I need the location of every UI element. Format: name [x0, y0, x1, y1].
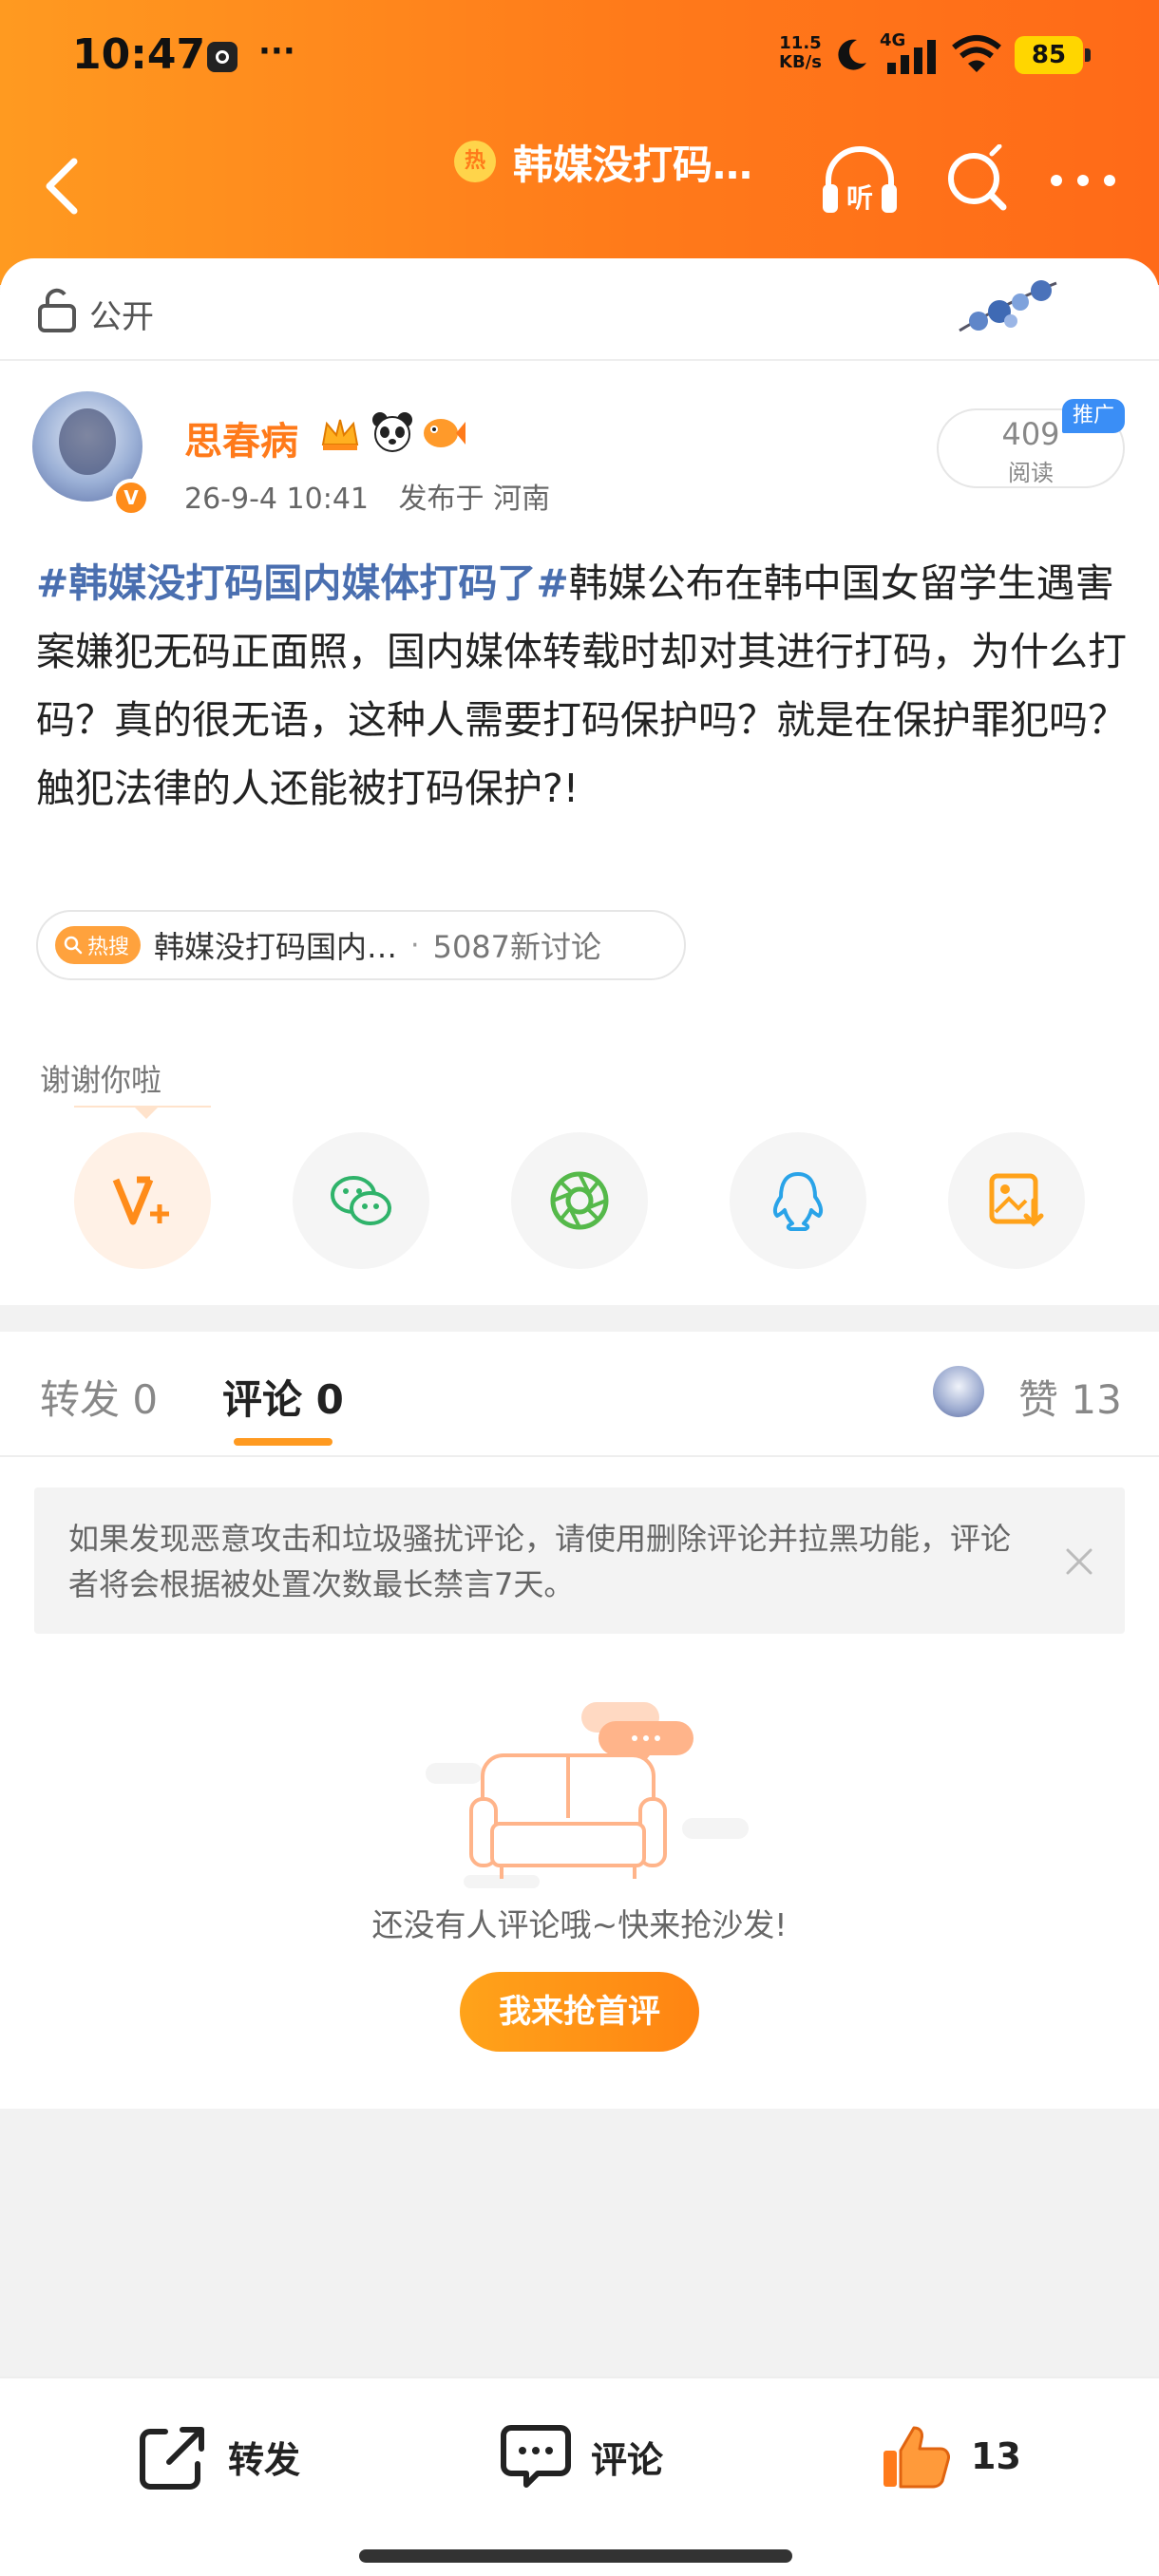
hot-search-pill[interactable]: 热搜 韩媒没打码国内… · 5087新讨论 [36, 910, 686, 980]
like-button[interactable]: 13 [880, 2422, 1021, 2491]
post-meta: 26-9-4 10:41 发布于 河南 [184, 475, 550, 517]
v-plus-button[interactable] [74, 1132, 211, 1269]
promo-tag[interactable]: 推广 [1062, 399, 1125, 433]
like-count: 13 [971, 2435, 1021, 2477]
hot-search-separator: · [410, 928, 420, 962]
post-card: 公开 V 思春病 26-9-4 10:41 发布于 河南 409 阅读 推广 #… [0, 258, 1159, 1305]
username[interactable]: 思春病 [184, 410, 298, 465]
post-location: 发布于 河南 [398, 483, 551, 516]
unlock-icon [38, 288, 76, 332]
comment-label: 评论 [591, 2438, 664, 2481]
tab-comment[interactable]: 评论 0 [222, 1368, 344, 1426]
save-image-button[interactable] [948, 1132, 1085, 1269]
thanks-pointer [133, 1106, 160, 1119]
comments-section: 如果发现恶意攻击和垃圾骚扰评论，请使用删除评论并拉黑功能，评论者将会根据被处置次… [0, 1457, 1159, 2109]
hot-icon: 热 [454, 141, 496, 182]
repost-label: 转发 [228, 2438, 301, 2481]
active-tab-indicator [234, 1438, 332, 1446]
panda-badge-icon [372, 412, 412, 452]
qq-share-button[interactable] [730, 1132, 866, 1269]
liker-avatar[interactable] [933, 1366, 984, 1417]
listen-label: 听 [846, 182, 873, 214]
repost-button[interactable]: 转发 [137, 2422, 300, 2491]
back-arrow-icon[interactable] [38, 156, 91, 217]
flower-decoration-icon [959, 280, 1057, 332]
moments-icon [550, 1171, 609, 1230]
v-plus-icon [112, 1176, 169, 1225]
status-time: 10:47 [72, 30, 206, 79]
header: 10:47 ··· 11.5 KB/s 4G 85 热 韩媒没打码… 听 [0, 0, 1159, 285]
signal-icon [887, 40, 936, 74]
status-bar: 10:47 ··· 11.5 KB/s 4G 85 [0, 0, 1159, 114]
first-comment-button[interactable]: 我来抢首评 [460, 1972, 699, 2052]
thanks-label: 谢谢你啦 [40, 1062, 162, 1098]
visibility-label: 公开 [89, 298, 154, 336]
hot-search-tag: 热搜 [55, 926, 142, 964]
save-image-icon [989, 1173, 1044, 1227]
post-body: #韩媒没打码国内媒体打码了#韩媒公布在韩中国女留学生遇害案嫌犯无码正面照，国内媒… [36, 549, 1129, 823]
moments-share-button[interactable] [511, 1132, 648, 1269]
wechat-share-button[interactable] [293, 1132, 429, 1269]
network-speed-unit: KB/s [779, 52, 822, 72]
bottom-action-bar: 转发 评论 13 [0, 2377, 1159, 2576]
empty-comments-text: 还没有人评论哦~快来抢沙发! [371, 1906, 788, 1943]
post-timestamp: 26-9-4 10:41 [184, 483, 369, 516]
nav-title: 热 韩媒没打码… [454, 131, 752, 192]
qq-icon [772, 1172, 824, 1231]
close-icon[interactable] [1060, 1543, 1098, 1581]
search-small-icon [64, 936, 83, 955]
tab-repost[interactable]: 转发 0 [40, 1368, 158, 1426]
empty-sofa-icon [426, 1702, 749, 1888]
battery-indicator: 85 [1015, 36, 1091, 74]
interaction-tabs: 转发 0 评论 0 赞 13 [0, 1332, 1159, 1457]
comment-notice-text: 如果发现恶意攻击和垃圾骚扰评论，请使用删除评论并拉黑功能，评论者将会根据被处置次… [68, 1521, 1012, 1602]
screen-record-icon [207, 42, 238, 72]
post-topic-link[interactable]: #韩媒没打码国内媒体打码了# [36, 560, 569, 606]
tab-like[interactable]: 赞 13 [1018, 1368, 1122, 1426]
crown-badge-icon [321, 419, 359, 450]
more-icon[interactable] [1045, 169, 1121, 192]
wechat-icon [331, 1176, 391, 1225]
visibility-bar: 公开 [0, 258, 1159, 361]
hot-search-count: 5087新讨论 [432, 929, 602, 965]
hot-search-topic: 韩媒没打码国内… [154, 929, 398, 965]
hot-search-tag-label: 热搜 [87, 936, 130, 959]
comment-bubble-icon [501, 2425, 571, 2488]
page-title: 韩媒没打码… [513, 141, 753, 188]
read-label: 阅读 [1008, 460, 1054, 486]
thumbs-up-icon [884, 2426, 950, 2489]
comment-button[interactable]: 评论 [500, 2422, 663, 2491]
comment-notice: 如果发现恶意攻击和垃圾骚扰评论，请使用删除评论并拉黑功能，评论者将会根据被处置次… [34, 1487, 1125, 1634]
moon-icon [838, 39, 866, 70]
fish-badge-icon [424, 419, 466, 447]
share-arrow-icon [140, 2427, 204, 2490]
network-speed-value: 11.5 [779, 33, 822, 53]
status-more-dots: ··· [258, 32, 295, 70]
network-speed: 11.5 KB/s [779, 34, 822, 72]
home-indicator[interactable] [359, 2549, 792, 2563]
search-icon[interactable] [942, 144, 1011, 217]
verified-badge-icon: V [112, 479, 150, 517]
wifi-icon [952, 35, 1001, 72]
headphones-icon[interactable]: 听 [819, 144, 901, 217]
